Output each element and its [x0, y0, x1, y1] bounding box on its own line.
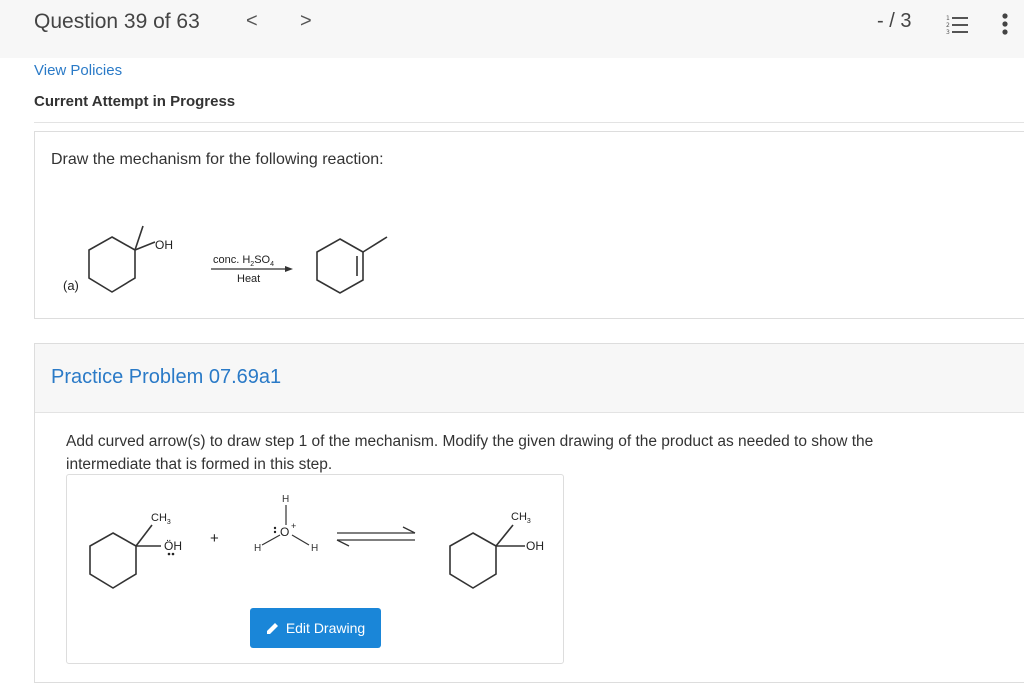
practice-instructions: Add curved arrow(s) to draw step 1 of th…	[66, 433, 874, 473]
plus-sign: +	[210, 530, 219, 547]
product-methyl-label: CH3	[511, 511, 531, 525]
cyclohexanol-structure	[88, 225, 156, 293]
mechanism-drawing-area[interactable]: CH3 ÖH + H O + H H CH3 OH Edit Drawing	[66, 474, 564, 664]
product-hydroxyl-label: OH	[526, 539, 544, 553]
practice-problem-header: Practice Problem 07.69a1	[35, 344, 1024, 413]
svg-text:1: 1	[946, 15, 950, 22]
previous-question-button[interactable]: <	[246, 10, 258, 33]
question-card: Draw the mechanism for the following rea…	[34, 131, 1024, 319]
svg-text:3: 3	[946, 29, 950, 36]
reagent-label: conc. H2SO4	[213, 254, 274, 268]
next-question-button[interactable]: >	[300, 10, 312, 33]
hydronium-structure: H O + H H	[254, 494, 318, 554]
methyl-label: CH3	[151, 512, 171, 526]
pencil-icon	[266, 622, 278, 634]
svg-text:2: 2	[946, 22, 950, 29]
question-counter: Question 39 of 63	[34, 10, 200, 33]
svg-text:+: +	[291, 521, 296, 531]
edit-drawing-label: Edit Drawing	[285, 620, 366, 636]
reaction-arrowhead	[285, 266, 293, 272]
condition-label: Heat	[237, 273, 260, 285]
attempt-status: Current Attempt in Progress	[34, 93, 236, 110]
reaction-scheme: OH (a) conc. H2SO4 Heat	[63, 225, 388, 294]
svg-text:H: H	[254, 543, 261, 554]
svg-text:H: H	[311, 543, 318, 554]
edit-drawing-button[interactable]: Edit Drawing	[250, 608, 381, 648]
numbered-list-icon[interactable]: 1 2 3	[946, 14, 968, 36]
methylcyclohexene-structure	[316, 236, 388, 294]
svg-text:H: H	[282, 494, 289, 505]
svg-text:O: O	[280, 525, 289, 539]
score-display: - / 3	[877, 10, 912, 32]
hydroxyl-label: ÖH	[164, 539, 182, 553]
practice-problem-title: Practice Problem 07.69a1	[51, 366, 282, 388]
equilibrium-arrow	[336, 526, 416, 547]
practice-problem-card: Practice Problem 07.69a1 Add curved arro…	[34, 343, 1024, 683]
vertical-ellipsis-icon[interactable]	[1000, 12, 1010, 36]
view-policies-link[interactable]: View Policies	[34, 62, 122, 79]
product-structure	[449, 524, 525, 589]
reactant-oh-label: OH	[155, 238, 173, 252]
divider	[34, 122, 1024, 123]
part-label: (a)	[63, 278, 79, 293]
question-header: Question 39 of 63 < > - / 3 1 2 3	[0, 0, 1024, 58]
alcohol-structure	[89, 524, 161, 589]
